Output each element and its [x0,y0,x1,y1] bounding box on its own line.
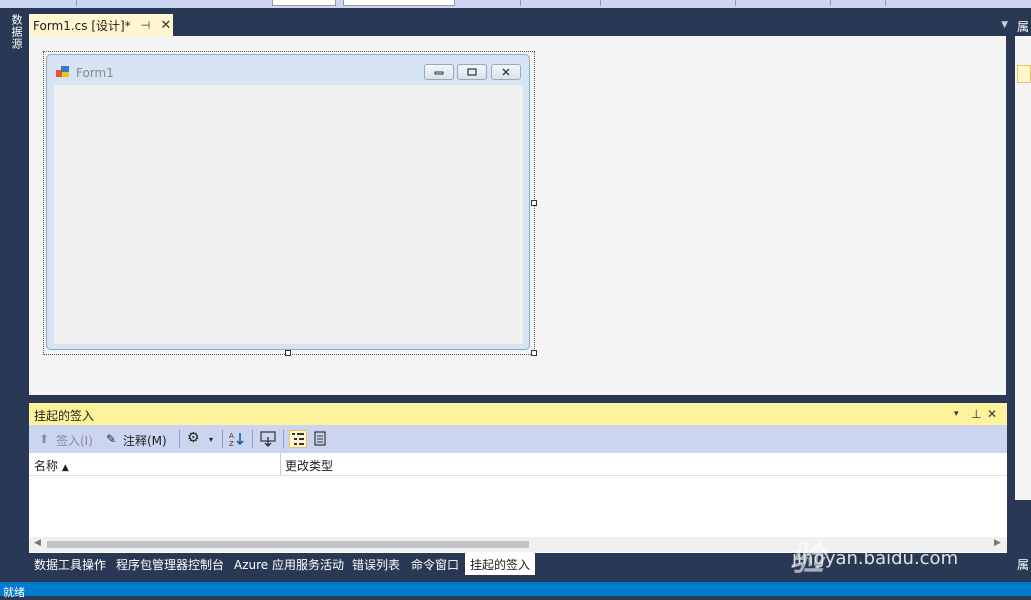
checkin-button[interactable]: 签入(I) [56,432,93,449]
minimize-icon [434,71,444,75]
form-app-icon [56,66,69,77]
maximize-button[interactable] [457,64,487,80]
list-view-icon[interactable] [313,431,327,447]
document-tab-row: Form1.cs [设计]* ⊣ ✕ ▼ [29,8,1012,36]
column-divider[interactable] [280,453,281,475]
checkin-icon: ⬆ [39,432,50,446]
tab-azure-app-service-activity[interactable]: Azure 应用服务活动 [234,556,344,573]
pin-icon[interactable]: ⊥ [971,407,981,421]
pencil-icon: ✎ [106,432,117,446]
close-icon[interactable]: ✕ [160,18,171,33]
form-selection-frame[interactable]: Form1 [43,51,535,355]
tab-error-list[interactable]: 错误列表 [352,556,400,573]
resize-handle-corner[interactable] [531,350,537,356]
resize-handle-bottom[interactable] [285,350,291,356]
status-text: 就绪 [3,586,25,599]
toolbar-combo[interactable] [272,0,336,6]
close-button[interactable] [491,64,521,80]
tool-window-header[interactable]: 挂起的签入 ▾ ⊥ ✕ [29,403,1007,425]
scroll-right-icon[interactable]: ▶ [994,538,1001,548]
comment-button[interactable]: 注释(M) [123,432,167,449]
scrollbar-thumb[interactable] [47,541,529,548]
toolbar-separator [76,0,77,6]
column-header-name-label: 名称 [34,459,59,473]
tab-title: Form1.cs [设计]* [33,18,131,33]
svg-text:Z: Z [229,440,234,447]
pending-changes-toolbar: ⬆ 签入(I) ✎ 注释(M) ⚙ ▾ A Z [29,425,1007,453]
data-sources-tab[interactable]: 数据源 [6,14,24,50]
toolbar-separator [830,0,831,6]
properties-tab[interactable]: 属 [1017,18,1029,35]
minimize-button[interactable] [424,64,454,80]
pin-icon[interactable]: ⊣ [141,19,151,32]
form-title: Form1 [76,66,114,80]
scroll-left-icon[interactable]: ◀ [34,538,41,548]
form-client-area[interactable] [54,85,523,344]
column-header-row: 名称 ▲ 更改类型 [29,453,1007,476]
toolbar-combo[interactable] [343,0,455,6]
tab-command-window[interactable]: 命令窗口 [411,556,459,573]
svg-text:A: A [229,432,234,440]
toolbar-separator [885,0,886,6]
categorized-icon[interactable] [1017,65,1031,83]
column-header-name[interactable]: 名称 ▲ [34,457,69,474]
tree-view-icon[interactable] [289,430,307,448]
toolbar-separator [179,430,180,448]
column-header-change-type[interactable]: 更改类型 [285,457,333,474]
close-icon [502,68,510,76]
tab-form1-designer[interactable]: Form1.cs [设计]* ⊣ ✕ [29,14,173,36]
left-tool-strip: 数据源 [0,8,29,582]
close-icon[interactable]: ✕ [987,407,997,421]
top-toolbar [0,0,1031,8]
watermark: Bai du 经验 jingyan.baidu.com [790,482,990,579]
toolbar-separator [735,0,736,6]
tool-window-title: 挂起的签入 [34,409,95,423]
maximize-icon [467,68,477,76]
tab-data-tools-operations[interactable]: 数据工具操作 [34,556,106,573]
form-title-bar[interactable]: Form1 [47,55,529,84]
resize-handle-right[interactable] [531,200,537,206]
chevron-down-icon[interactable]: ▾ [209,435,213,444]
gear-icon[interactable]: ⚙ [187,430,200,446]
designer-surface[interactable]: Form1 [29,36,1006,395]
window-menu-icon[interactable]: ▾ [954,409,959,419]
tab-pending-checkins[interactable]: 挂起的签入 [465,553,536,575]
sort-ascending-icon: ▲ [61,463,69,473]
sort-az-icon[interactable]: A Z [229,431,245,447]
form-window[interactable]: Form1 [46,54,530,350]
toolbar-separator [252,430,253,448]
tab-overflow-dropdown-icon[interactable]: ▼ [1001,20,1008,30]
toolbar-separator [222,430,223,448]
toolbar-separator [283,430,284,448]
toolbar-separator [600,0,601,6]
right-tool-strip: 属 属 [1012,8,1031,582]
properties-panel-edge [1015,36,1031,500]
toolbar-separator [520,0,521,6]
watermark-url: jingyan.baidu.com [792,548,959,569]
status-bar: 就绪 [0,582,1031,599]
properties-tab-bottom[interactable]: 属 [1017,556,1029,573]
tab-package-manager-console[interactable]: 程序包管理器控制台 [116,556,224,573]
view-options-icon[interactable] [260,431,276,447]
